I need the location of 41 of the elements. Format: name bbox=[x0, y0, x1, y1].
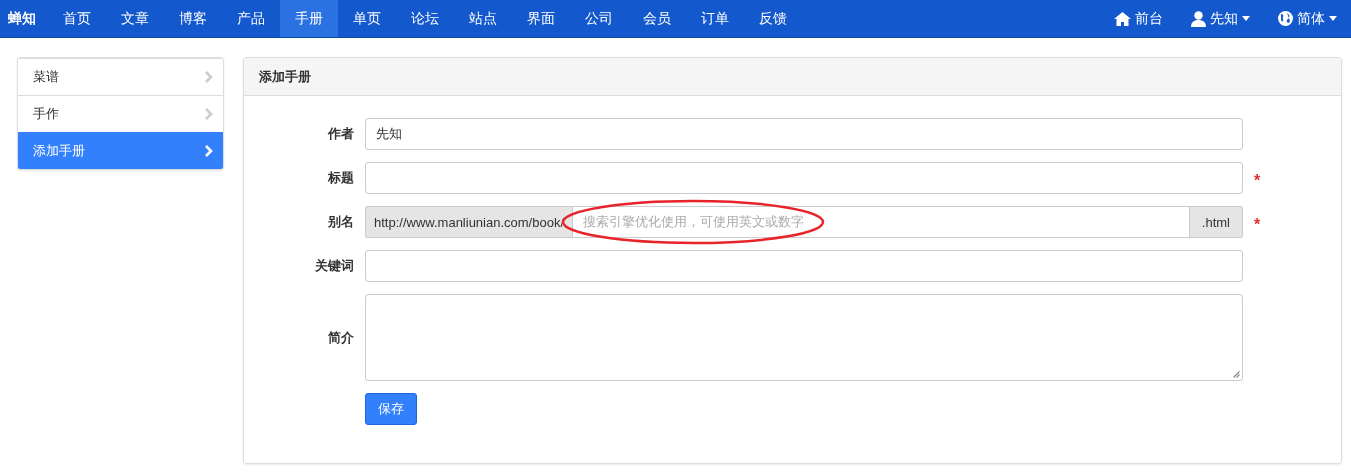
globe-icon bbox=[1278, 11, 1293, 26]
nav-tab[interactable]: 站点 bbox=[454, 0, 512, 37]
textarea-field[interactable] bbox=[365, 294, 1243, 381]
nav-dropdown[interactable]: 简体 bbox=[1264, 0, 1351, 37]
chevron-right-icon bbox=[205, 108, 213, 120]
home-icon bbox=[1114, 11, 1131, 26]
field-label: 别名 bbox=[327, 213, 354, 231]
input-field[interactable] bbox=[365, 250, 1243, 282]
nav-tab[interactable]: 文章 bbox=[106, 0, 164, 37]
sidebar-item[interactable]: 添加手册 bbox=[18, 132, 223, 169]
save-button[interactable]: 保存 bbox=[365, 393, 417, 425]
nav-tab[interactable]: 手册 bbox=[280, 0, 338, 37]
user-icon bbox=[1191, 10, 1206, 27]
brand-logo[interactable]: 蝉知 bbox=[0, 0, 48, 37]
nav-tab[interactable]: 单页 bbox=[338, 0, 396, 37]
field-label: 作者 bbox=[326, 125, 354, 143]
resize-grip-icon bbox=[1233, 371, 1240, 378]
field-label: 标题 bbox=[327, 169, 354, 187]
nav-tab[interactable]: 订单 bbox=[686, 0, 744, 37]
input-field[interactable]: 先知 bbox=[365, 118, 1243, 150]
nav-dropdown[interactable]: 先知 bbox=[1177, 0, 1264, 37]
sidebar-item[interactable]: 手作 bbox=[18, 95, 223, 132]
nav-tab[interactable]: 界面 bbox=[512, 0, 570, 37]
input-field[interactable] bbox=[365, 162, 1243, 194]
nav-tab[interactable]: 论坛 bbox=[396, 0, 454, 37]
nav-tab[interactable]: 首页 bbox=[48, 0, 106, 37]
nav-tab[interactable]: 产品 bbox=[222, 0, 280, 37]
nav-tab[interactable]: 博客 bbox=[164, 0, 222, 37]
nav-tab[interactable]: 反馈 bbox=[744, 0, 802, 37]
required-mark: * bbox=[1254, 170, 1262, 190]
chevron-right-icon bbox=[205, 71, 213, 83]
nav-tab[interactable]: 会员 bbox=[628, 0, 686, 37]
required-mark: * bbox=[1254, 214, 1262, 234]
nav-tab[interactable]: 公司 bbox=[570, 0, 628, 37]
field-label: 关键词 bbox=[314, 257, 354, 275]
chevron-right-icon bbox=[205, 145, 213, 157]
sidebar-item[interactable]: 菜谱 bbox=[18, 58, 223, 95]
suffix-addon: .html bbox=[1189, 206, 1243, 238]
nav-link[interactable]: 前台 bbox=[1100, 0, 1177, 37]
panel-title: 添加手册 bbox=[244, 58, 1341, 96]
field-label: 简介 bbox=[327, 328, 354, 347]
